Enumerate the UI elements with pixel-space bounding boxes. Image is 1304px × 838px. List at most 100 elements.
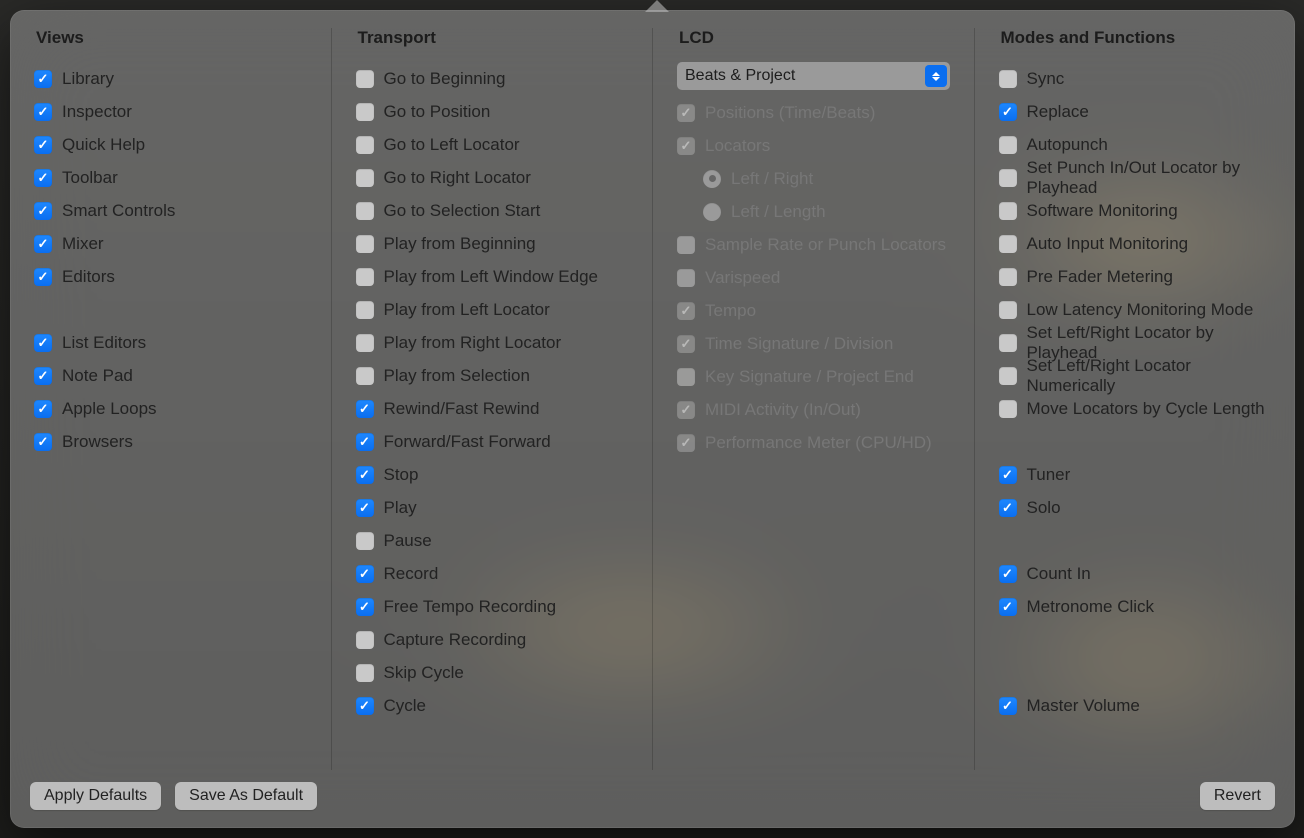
checkbox-master-volume[interactable] (999, 697, 1017, 715)
option-row-autopunch: Autopunch (999, 128, 1272, 161)
checkbox-go-to-right-locator[interactable] (356, 169, 374, 187)
option-label: Positions (Time/Beats) (705, 103, 875, 123)
option-row-pre-fader-metering: Pre Fader Metering (999, 260, 1272, 293)
option-row-play-from-beginning: Play from Beginning (356, 227, 629, 260)
option-label: Mixer (62, 234, 104, 254)
checkbox-go-to-selection-start[interactable] (356, 202, 374, 220)
option-label: Locators (705, 136, 770, 156)
views-column: Views LibraryInspectorQuick HelpToolbarS… (10, 28, 332, 770)
option-row-time-signature-division: Time Signature / Division (677, 327, 950, 360)
checkbox-play-from-left-locator[interactable] (356, 301, 374, 319)
option-row-solo: Solo (999, 491, 1272, 524)
option-row-count-in: Count In (999, 557, 1272, 590)
checkbox-rewind-fast-rewind[interactable] (356, 400, 374, 418)
checkbox-set-left-right-locator-numerically[interactable] (999, 367, 1017, 385)
checkbox-play-from-right-locator[interactable] (356, 334, 374, 352)
option-row-go-to-right-locator: Go to Right Locator (356, 161, 629, 194)
checkbox-smart-controls[interactable] (34, 202, 52, 220)
revert-button[interactable]: Revert (1200, 782, 1275, 810)
option-label: Software Monitoring (1027, 201, 1178, 221)
checkbox-move-locators-by-cycle-length[interactable] (999, 400, 1017, 418)
checkbox-toolbar[interactable] (34, 169, 52, 187)
checkbox-go-to-left-locator[interactable] (356, 136, 374, 154)
checkbox-library[interactable] (34, 70, 52, 88)
checkbox-set-punch-in-out-locator-by-playhead[interactable] (999, 169, 1017, 187)
radio-left-length (703, 203, 721, 221)
checkbox-solo[interactable] (999, 499, 1017, 517)
option-row-sample-rate-or-punch-locators: Sample Rate or Punch Locators (677, 228, 950, 261)
checkbox-note-pad[interactable] (34, 367, 52, 385)
option-row-tempo: Tempo (677, 294, 950, 327)
option-label: Key Signature / Project End (705, 367, 914, 387)
checkbox-browsers[interactable] (34, 433, 52, 451)
checkbox-play-from-left-window-edge[interactable] (356, 268, 374, 286)
option-row-go-to-selection-start: Go to Selection Start (356, 194, 629, 227)
checkbox-replace[interactable] (999, 103, 1017, 121)
option-label: Play from Left Window Edge (384, 267, 598, 287)
apply-defaults-button[interactable]: Apply Defaults (30, 782, 161, 810)
checkbox-mixer[interactable] (34, 235, 52, 253)
option-row-set-left-right-locator-numerically: Set Left/Right Locator Numerically (999, 359, 1272, 392)
checkbox-count-in[interactable] (999, 565, 1017, 583)
option-row-key-signature-project-end: Key Signature / Project End (677, 360, 950, 393)
checkbox-go-to-position[interactable] (356, 103, 374, 121)
option-label: Note Pad (62, 366, 133, 386)
option-label: Capture Recording (384, 630, 527, 650)
checkbox-editors[interactable] (34, 268, 52, 286)
option-row-master-volume: Master Volume (999, 689, 1272, 722)
option-row-list-editors: List Editors (34, 326, 307, 359)
checkbox-pause[interactable] (356, 532, 374, 550)
save-as-default-button[interactable]: Save As Default (175, 782, 317, 810)
checkbox-stop[interactable] (356, 466, 374, 484)
option-row-go-to-beginning: Go to Beginning (356, 62, 629, 95)
option-row-rewind-fast-rewind: Rewind/Fast Rewind (356, 392, 629, 425)
option-row-smart-controls: Smart Controls (34, 194, 307, 227)
checkbox-free-tempo-recording[interactable] (356, 598, 374, 616)
option-row-browsers: Browsers (34, 425, 307, 458)
option-label: Left / Length (731, 202, 826, 222)
option-row-mixer: Mixer (34, 227, 307, 260)
modes-heading: Modes and Functions (999, 28, 1272, 48)
checkbox-play[interactable] (356, 499, 374, 517)
checkbox-pre-fader-metering[interactable] (999, 268, 1017, 286)
checkbox-autopunch[interactable] (999, 136, 1017, 154)
option-label: Set Punch In/Out Locator by Playhead (1027, 158, 1272, 198)
checkbox-auto-input-monitoring[interactable] (999, 235, 1017, 253)
checkbox-varispeed (677, 269, 695, 287)
checkbox-tuner[interactable] (999, 466, 1017, 484)
lcd-mode-select[interactable]: Beats & Project (677, 62, 950, 90)
option-label: Rewind/Fast Rewind (384, 399, 540, 419)
option-row-move-locators-by-cycle-length: Move Locators by Cycle Length (999, 392, 1272, 425)
checkbox-record[interactable] (356, 565, 374, 583)
checkbox-forward-fast-forward[interactable] (356, 433, 374, 451)
checkbox-low-latency-monitoring-mode[interactable] (999, 301, 1017, 319)
option-row-play-from-right-locator: Play from Right Locator (356, 326, 629, 359)
option-label: Pause (384, 531, 432, 551)
checkbox-go-to-beginning[interactable] (356, 70, 374, 88)
checkbox-metronome-click[interactable] (999, 598, 1017, 616)
option-row-play: Play (356, 491, 629, 524)
checkbox-inspector[interactable] (34, 103, 52, 121)
checkbox-set-left-right-locator-by-playhead[interactable] (999, 334, 1017, 352)
option-row-left-right: Left / Right (677, 162, 950, 195)
checkbox-play-from-selection[interactable] (356, 367, 374, 385)
checkbox-cycle[interactable] (356, 697, 374, 715)
option-label: Varispeed (705, 268, 780, 288)
option-label: Auto Input Monitoring (1027, 234, 1189, 254)
option-label: Free Tempo Recording (384, 597, 557, 617)
checkbox-apple-loops[interactable] (34, 400, 52, 418)
transport-column: Transport Go to BeginningGo to PositionG… (332, 28, 654, 770)
checkbox-sync[interactable] (999, 70, 1017, 88)
checkbox-capture-recording[interactable] (356, 631, 374, 649)
option-label: Count In (1027, 564, 1091, 584)
checkbox-play-from-beginning[interactable] (356, 235, 374, 253)
checkbox-quick-help[interactable] (34, 136, 52, 154)
option-row-quick-help: Quick Help (34, 128, 307, 161)
option-label: Left / Right (731, 169, 813, 189)
option-row-replace: Replace (999, 95, 1272, 128)
option-label: Quick Help (62, 135, 145, 155)
checkbox-list-editors[interactable] (34, 334, 52, 352)
checkbox-software-monitoring[interactable] (999, 202, 1017, 220)
option-row-inspector: Inspector (34, 95, 307, 128)
checkbox-skip-cycle[interactable] (356, 664, 374, 682)
